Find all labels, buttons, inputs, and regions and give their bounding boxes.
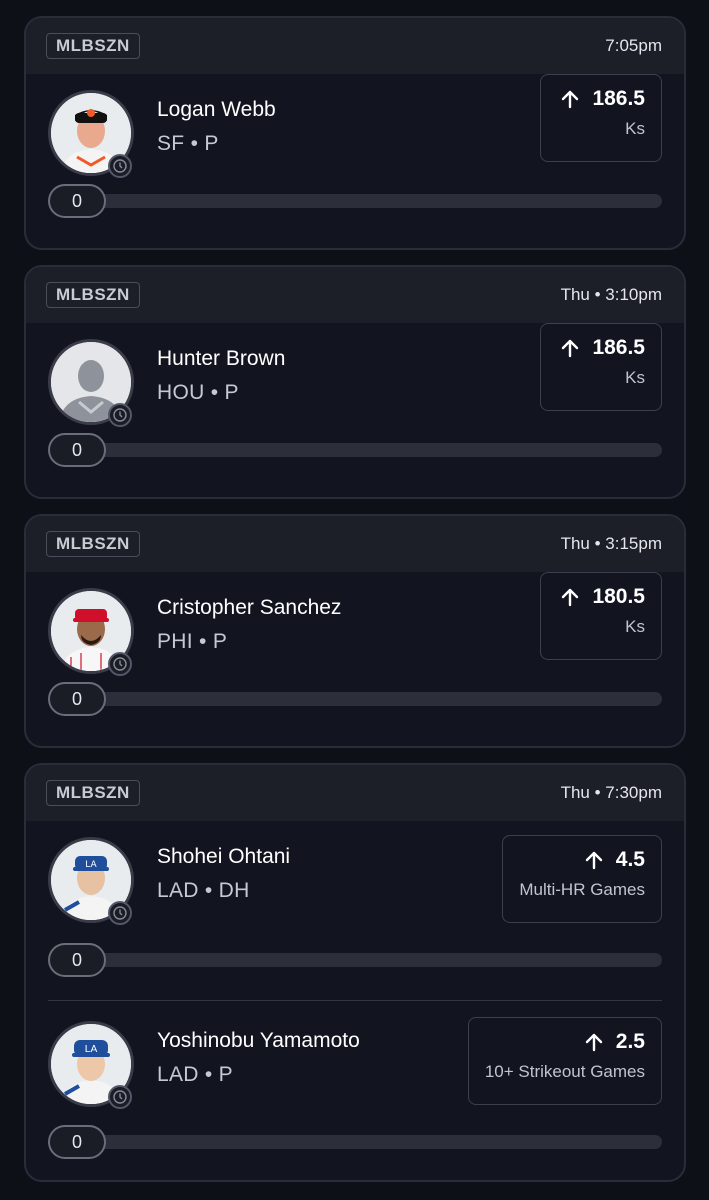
pick-card: MLBSZN Thu • 7:30pm LA Shohei Ohtani LAD: [24, 763, 686, 1182]
league-tag: MLBSZN: [46, 33, 140, 59]
clock-icon: [108, 901, 132, 925]
projection-button[interactable]: 180.5 Ks: [540, 572, 662, 660]
arrow-up-icon: [562, 90, 579, 109]
projection-button[interactable]: 186.5 Ks: [540, 74, 662, 162]
player-name: Logan Webb: [157, 98, 276, 121]
arrow-up-icon: [585, 1033, 602, 1052]
progress-bar: 0: [48, 184, 662, 218]
player-row[interactable]: Cristopher Sanchez PHI • P 180.5 Ks 0: [26, 572, 684, 746]
projection-value: 4.5: [615, 848, 645, 871]
arrow-up-icon: [562, 339, 579, 358]
clock-icon: [108, 1085, 132, 1109]
clock-icon: [108, 652, 132, 676]
progress-bar: 0: [48, 943, 662, 977]
player-name: Hunter Brown: [157, 347, 286, 370]
player-team-position: PHI • P: [157, 630, 228, 653]
card-header: MLBSZN Thu • 3:10pm: [26, 267, 684, 323]
player-team-position: LAD • DH: [157, 879, 250, 902]
player-name: Shohei Ohtani: [157, 845, 291, 868]
progress-track: [58, 692, 662, 706]
projection-value: 186.5: [592, 87, 645, 110]
card-header: MLBSZN 7:05pm: [26, 18, 684, 74]
progress-bar: 0: [48, 433, 662, 467]
pick-card: MLBSZN 7:05pm Logan Webb SF • P 186.5 Ks…: [24, 16, 686, 250]
player-row[interactable]: Logan Webb SF • P 186.5 Ks 0: [26, 74, 684, 248]
projection-stat-type: Ks: [625, 617, 645, 636]
league-tag: MLBSZN: [46, 780, 140, 806]
progress-bar: 0: [48, 1125, 662, 1159]
league-tag: MLBSZN: [46, 531, 140, 557]
player-row[interactable]: Hunter Brown HOU • P 186.5 Ks 0: [26, 323, 684, 497]
projection-button[interactable]: 186.5 Ks: [540, 323, 662, 411]
game-time: Thu • 3:15pm: [560, 534, 662, 553]
svg-text:LA: LA: [85, 860, 97, 870]
projection-stat-type: Multi-HR Games: [519, 880, 645, 899]
player-team-position: SF • P: [157, 132, 219, 155]
projection-value: 186.5: [592, 336, 645, 359]
projection-stat-type: 10+ Strikeout Games: [484, 1062, 645, 1081]
clock-icon: [108, 154, 132, 178]
player-name: Yoshinobu Yamamoto: [157, 1029, 360, 1052]
projection-value: 2.5: [615, 1030, 645, 1053]
player-row[interactable]: LA Yoshinobu Yamamoto LAD • P 2.5 10+ St…: [26, 1001, 684, 1180]
progress-count: 0: [48, 1125, 106, 1159]
pick-card: MLBSZN Thu • 3:15pm Cristopher Sanchez P: [24, 514, 686, 748]
game-time: Thu • 3:10pm: [560, 285, 662, 304]
progress-bar: 0: [48, 682, 662, 716]
player-row[interactable]: LA Shohei Ohtani LAD • DH 4.5 Multi-HR G…: [26, 821, 684, 1001]
player-team-position: LAD • P: [157, 1063, 233, 1086]
projection-button[interactable]: 4.5 Multi-HR Games: [502, 835, 662, 923]
game-time: 7:05pm: [605, 36, 662, 55]
league-tag: MLBSZN: [46, 282, 140, 308]
progress-count: 0: [48, 184, 106, 218]
pick-card: MLBSZN Thu • 3:10pm Hunter Brown HOU • P: [24, 265, 686, 499]
player-team-position: HOU • P: [157, 381, 239, 404]
clock-icon: [108, 403, 132, 427]
svg-text:LA: LA: [85, 1044, 98, 1055]
progress-count: 0: [48, 433, 106, 467]
player-name: Cristopher Sanchez: [157, 596, 342, 619]
progress-track: [58, 953, 662, 967]
projection-value: 180.5: [592, 585, 645, 608]
progress-count: 0: [48, 943, 106, 977]
card-header: MLBSZN Thu • 7:30pm: [26, 765, 684, 821]
projections-feed: MLBSZN 7:05pm Logan Webb SF • P 186.5 Ks…: [0, 0, 709, 1200]
progress-track: [58, 194, 662, 208]
progress-track: [58, 1135, 662, 1149]
game-time: Thu • 7:30pm: [560, 783, 662, 802]
projection-stat-type: Ks: [625, 119, 645, 138]
projection-stat-type: Ks: [625, 368, 645, 387]
card-header: MLBSZN Thu • 3:15pm: [26, 516, 684, 572]
projection-button[interactable]: 2.5 10+ Strikeout Games: [467, 1017, 662, 1105]
arrow-up-icon: [585, 851, 602, 870]
progress-track: [58, 443, 662, 457]
arrow-up-icon: [562, 588, 579, 607]
progress-count: 0: [48, 682, 106, 716]
